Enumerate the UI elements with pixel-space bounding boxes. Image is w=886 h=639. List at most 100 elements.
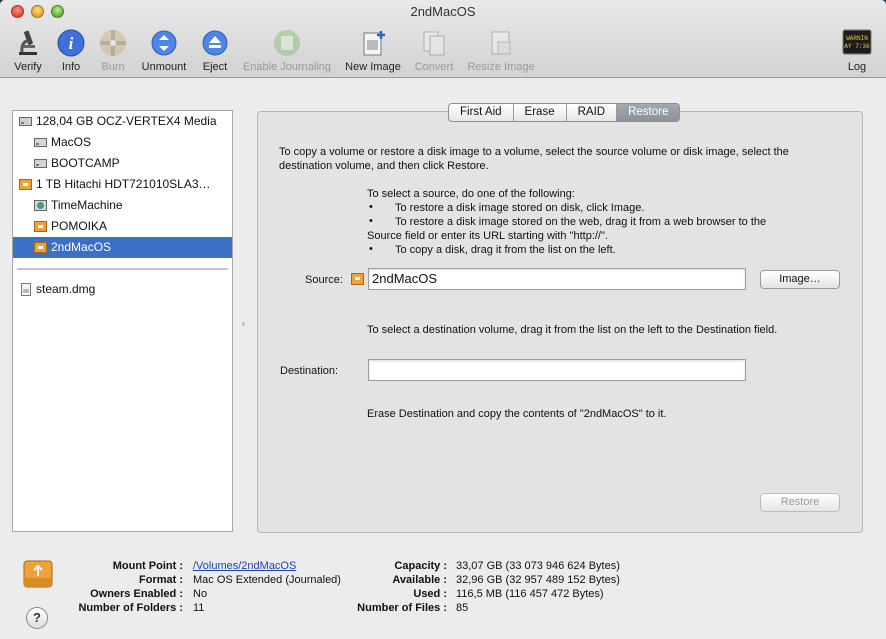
bullet-mark: • <box>369 215 373 227</box>
sidebar-item-bootcamp[interactable]: BOOTCAMP <box>13 153 232 174</box>
format-value: Mac OS Extended (Journaled) <box>193 574 341 586</box>
used-label: Used : <box>413 588 447 600</box>
tab-restore[interactable]: Restore <box>617 104 680 121</box>
tab-bar: First Aid Erase RAID Restore <box>448 103 681 122</box>
available-value: 32,96 GB (32 957 489 152 Bytes) <box>456 574 620 586</box>
burn-disc-icon <box>100 30 126 56</box>
log-icon-text-1: WARNIN <box>846 35 868 42</box>
log-button[interactable]: WARNIN AY 7:36 Log <box>840 28 874 74</box>
burn-button[interactable]: Burn <box>97 28 129 74</box>
enable-journaling-button[interactable]: Enable Journaling <box>239 28 335 74</box>
sidebar-item-ocz-vertex4[interactable]: 128,04 GB OCZ-VERTEX4 Media <box>13 111 232 132</box>
verify-label: Verify <box>14 61 42 73</box>
image-button[interactable]: Image… <box>760 270 840 289</box>
resize-image-button[interactable]: Resize Image <box>464 28 538 74</box>
capacity-value: 33,07 GB (33 073 946 624 Bytes) <box>456 560 620 572</box>
source-option-1: To restore a disk image stored on disk, … <box>395 202 645 214</box>
resize-image-label: Resize Image <box>467 61 535 73</box>
sidebar-item-macos[interactable]: MacOS <box>13 132 232 153</box>
new-image-icon <box>363 31 385 56</box>
help-button[interactable]: ? <box>26 607 48 629</box>
info-button[interactable]: i Info <box>56 28 86 74</box>
number-of-files-value: 85 <box>456 602 469 614</box>
eject-label: Eject <box>202 61 228 73</box>
destination-field[interactable] <box>368 359 746 381</box>
source-option-3: To copy a disk, drag it from the list on… <box>395 244 616 256</box>
source-option-2-cont: Source field or enter its URL starting w… <box>367 230 608 242</box>
source-label: Source: <box>305 274 343 286</box>
mount-point-label: Mount Point : <box>112 560 183 572</box>
volume-icon <box>34 138 47 147</box>
microscope-icon <box>19 30 37 55</box>
convert-label: Convert <box>414 61 454 73</box>
sidebar-item-label: MacOS <box>51 135 92 149</box>
eject-icon <box>202 30 228 56</box>
tab-erase[interactable]: Erase <box>514 104 567 121</box>
sidebar-item-2ndmacos[interactable]: 2ndMacOS <box>13 237 232 258</box>
number-of-files-label: Number of Files : <box>357 602 447 614</box>
unmount-button[interactable]: Unmount <box>137 28 191 74</box>
source-field[interactable]: 2ndMacOS <box>368 268 746 290</box>
available-label: Available : <box>392 574 447 586</box>
sidebar-item-hitachi[interactable]: 1 TB Hitachi HDT721010SLA3… <box>13 174 232 195</box>
external-volume-icon <box>34 221 47 232</box>
sidebar-item-label: 1 TB Hitachi HDT721010SLA3… <box>36 177 211 191</box>
verify-button[interactable]: Verify <box>10 28 46 74</box>
sidebar-item-label: TimeMachine <box>51 198 123 212</box>
title-bar: 2ndMacOS Verify i Info Burn Unmount Ejec… <box>0 0 886 78</box>
info-icon: i <box>57 29 85 57</box>
restore-panel <box>257 111 863 533</box>
resize-image-icon <box>491 31 511 55</box>
restore-intro-line-2: destination volume, and then click Resto… <box>279 160 489 172</box>
log-label: Log <box>847 61 867 73</box>
sidebar-item-steam-dmg[interactable]: steam.dmg <box>13 279 232 300</box>
restore-intro-line-1: To copy a volume or restore a disk image… <box>279 146 789 158</box>
split-view-handle[interactable]: ‹ <box>242 318 245 328</box>
convert-icon <box>423 31 445 56</box>
select-source-heading: To select a source, do one of the follow… <box>367 188 575 200</box>
eject-button[interactable]: Eject <box>199 28 231 74</box>
external-volume-icon <box>34 242 47 253</box>
journaling-icon <box>274 30 300 56</box>
tab-first-aid[interactable]: First Aid <box>449 104 514 121</box>
mount-point-link[interactable]: /Volumes/2ndMacOS <box>193 560 296 572</box>
destination-label: Destination: <box>280 365 339 377</box>
sidebar-item-label: 2ndMacOS <box>51 240 112 254</box>
volume-icon <box>34 159 47 168</box>
owners-enabled-value: No <box>193 588 208 600</box>
disk-list-sidebar[interactable]: 128,04 GB OCZ-VERTEX4 Media MacOS BOOTCA… <box>12 110 233 532</box>
number-of-folders-value: 11 <box>193 602 205 614</box>
convert-button[interactable]: Convert <box>412 28 456 74</box>
sidebar-item-label: steam.dmg <box>36 282 96 296</box>
destination-hint: To select a destination volume, drag it … <box>367 324 778 336</box>
window-title: 2ndMacOS <box>410 4 476 19</box>
number-of-folders-label: Number of Folders : <box>78 602 183 614</box>
restore-button[interactable]: Restore <box>760 493 840 512</box>
source-option-2: To restore a disk image stored on the we… <box>395 216 767 228</box>
erase-destination-note: Erase Destination and copy the contents … <box>367 408 667 420</box>
new-image-button[interactable]: New Image <box>343 28 403 74</box>
external-volume-icon <box>351 273 364 285</box>
log-icon-text-2: AY 7:36 <box>844 43 870 50</box>
sidebar-item-timemachine[interactable]: TimeMachine <box>13 195 232 216</box>
sidebar-item-label: BOOTCAMP <box>51 156 120 170</box>
timemachine-icon <box>34 200 47 211</box>
disk-utility-window: 2ndMacOS Verify i Info Burn Unmount Ejec… <box>0 0 886 639</box>
disk-image-icon <box>21 283 31 296</box>
sidebar-item-pomoika[interactable]: POMOIKA <box>13 216 232 237</box>
info-label: Info <box>61 61 81 73</box>
sidebar-separator <box>17 268 228 270</box>
capacity-label: Capacity : <box>394 560 447 572</box>
external-drive-icon <box>23 560 53 588</box>
bullet-mark: • <box>369 243 373 255</box>
external-disk-icon <box>19 179 32 190</box>
enable-journaling-label: Enable Journaling <box>242 61 332 73</box>
owners-enabled-label: Owners Enabled : <box>90 588 183 600</box>
internal-disk-icon <box>19 117 32 126</box>
unmount-label: Unmount <box>141 61 187 73</box>
new-image-label: New Image <box>345 61 401 73</box>
used-value: 116,5 MB (116 457 472 Bytes) <box>456 588 604 600</box>
tab-raid[interactable]: RAID <box>567 104 618 121</box>
sidebar-item-label: POMOIKA <box>51 219 108 233</box>
log-console-icon: WARNIN AY 7:36 <box>842 29 872 55</box>
